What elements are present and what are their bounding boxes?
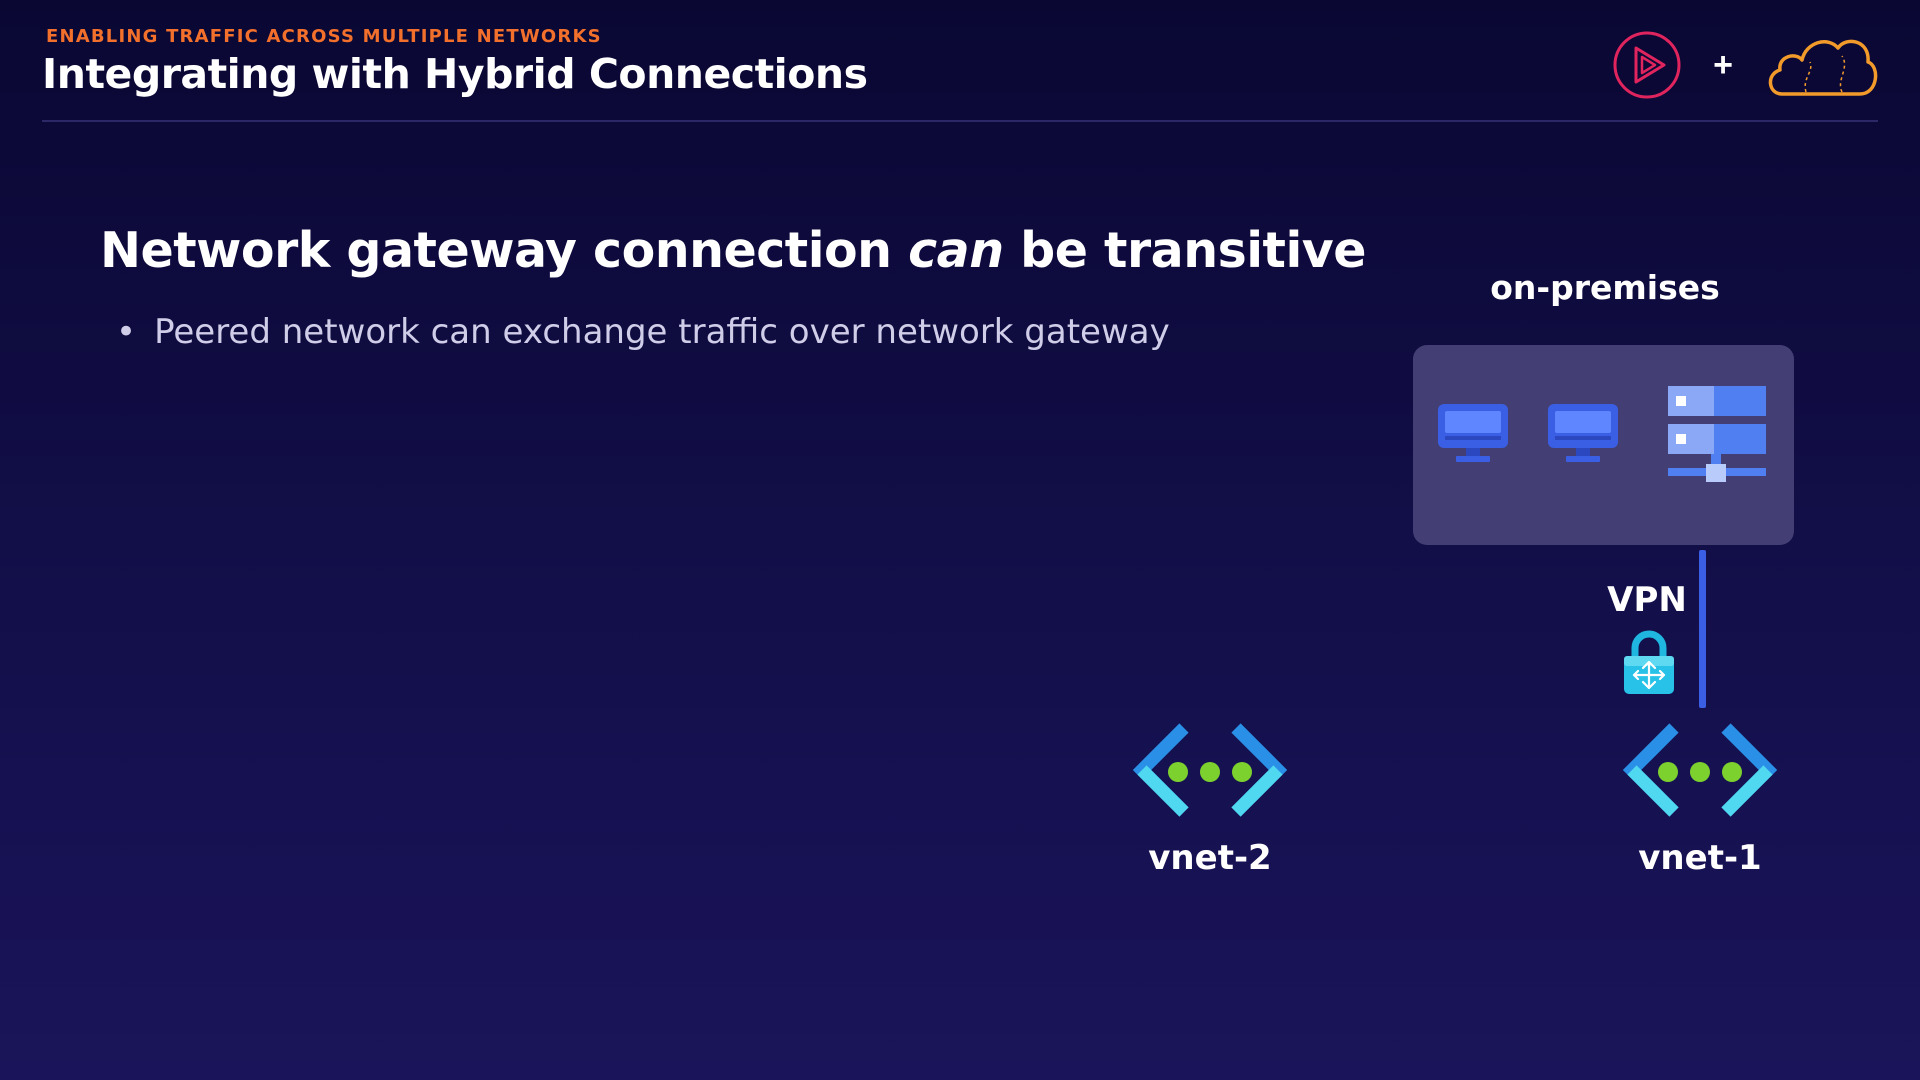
headline-start: Network gateway connection: [100, 222, 909, 279]
virtual-network-icon: [1132, 723, 1288, 817]
headline-end: be transitive: [1003, 222, 1366, 279]
monitor-icon: [1438, 404, 1508, 462]
vpn-lock-icon: [1624, 630, 1674, 694]
vnet-1-label: vnet-1: [1638, 838, 1762, 878]
plus-sign: +: [1713, 45, 1733, 84]
on-premises-label: on-premises: [1490, 268, 1720, 307]
header-divider: [42, 120, 1878, 122]
page-title: Integrating with Hybrid Connections: [42, 50, 868, 98]
vpn-label: VPN: [1607, 580, 1687, 620]
bullet-point: • Peered network can exchange traffic ove…: [116, 312, 1170, 352]
vnet-2-label: vnet-2: [1148, 838, 1272, 878]
bullet-dot: •: [116, 312, 137, 352]
section-eyebrow: ENABLING TRAFFIC ACROSS MULTIPLE NETWORK…: [46, 26, 602, 47]
play-logo-icon: [1613, 31, 1681, 99]
vpn-connection-line: [1699, 550, 1706, 708]
brand-logos: +: [1612, 28, 1880, 102]
monitor-icon: [1548, 404, 1618, 462]
slide-headline: Network gateway connection can be transi…: [100, 222, 1366, 279]
bullet-text: Peered network can exchange traffic over…: [154, 312, 1170, 352]
virtual-network-icon: [1622, 723, 1778, 817]
server-icon: [1668, 386, 1766, 482]
cloud-logo-icon: [1768, 39, 1878, 96]
headline-emphasis: can: [908, 222, 1004, 279]
slide: ENABLING TRAFFIC ACROSS MULTIPLE NETWORK…: [0, 0, 1920, 1080]
